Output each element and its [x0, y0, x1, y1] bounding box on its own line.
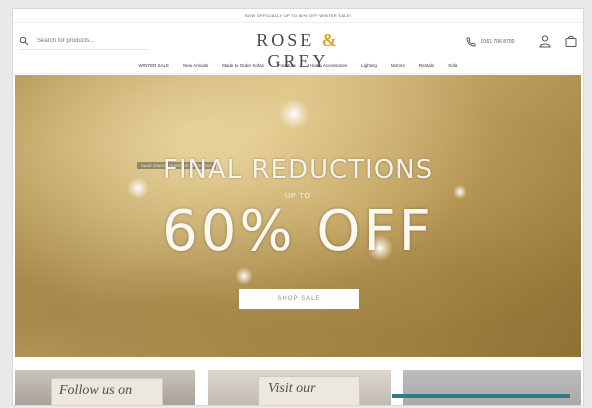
search-input[interactable] — [35, 37, 139, 45]
browser-page: NOW OFFICIALLY UP TO 60% OFF WINTER SALE… — [12, 8, 584, 406]
nav-item-mirrors[interactable]: Mirrors — [391, 63, 405, 68]
promo-tile-visit[interactable]: Visit our — [208, 370, 391, 405]
phone-contact[interactable]: 0161 706 8700 — [465, 36, 514, 48]
search-icon[interactable] — [19, 36, 29, 46]
hero-banner[interactable]: SALE ENDS THURSDAY MIDNIGHT FINAL REDUCT… — [15, 75, 581, 357]
phone-icon — [466, 37, 476, 47]
site-logo[interactable]: ROSE & GREY — [224, 30, 372, 72]
nav-item-new-arrivals[interactable]: New Arrivals — [183, 63, 208, 68]
sparkle-decoration — [235, 267, 253, 285]
hero-discount: 60% OFF — [162, 199, 434, 264]
tile-text: Visit our — [268, 381, 316, 396]
tile-text: Follow us on — [59, 383, 133, 398]
promo-tile-third[interactable] — [403, 370, 581, 405]
user-icon[interactable] — [538, 34, 552, 48]
phone-number: 0161 706 8700 — [481, 39, 515, 45]
promo-text: NOW OFFICIALLY UP TO 60% OFF WINTER SALE… — [244, 13, 352, 18]
sparkle-decoration — [279, 99, 309, 129]
bag-icon[interactable] — [564, 34, 578, 48]
teal-accent-bar — [392, 394, 570, 398]
logo-ampersand: & — [321, 30, 340, 50]
promo-tile-follow[interactable]: Follow us on — [15, 370, 195, 405]
search-box[interactable] — [19, 33, 149, 50]
nav-item-sofa[interactable]: Sofa — [448, 63, 457, 68]
promo-topbar[interactable]: NOW OFFICIALLY UP TO 60% OFF WINTER SALE… — [13, 9, 583, 23]
logo-word-grey: GREY — [267, 51, 329, 71]
shop-sale-button[interactable]: SHOP SALE — [239, 289, 359, 309]
site-header: ROSE & GREY 0161 706 8700 — [13, 23, 583, 71]
hero-title: FINAL REDUCTIONS — [162, 155, 434, 185]
promo-tiles: Follow us on Visit our — [15, 370, 581, 405]
nav-item-rentals[interactable]: Rentals — [419, 63, 434, 68]
logo-word-rose: ROSE — [256, 30, 315, 50]
nav-item-winter-sale[interactable]: WINTER SALE — [139, 63, 170, 68]
